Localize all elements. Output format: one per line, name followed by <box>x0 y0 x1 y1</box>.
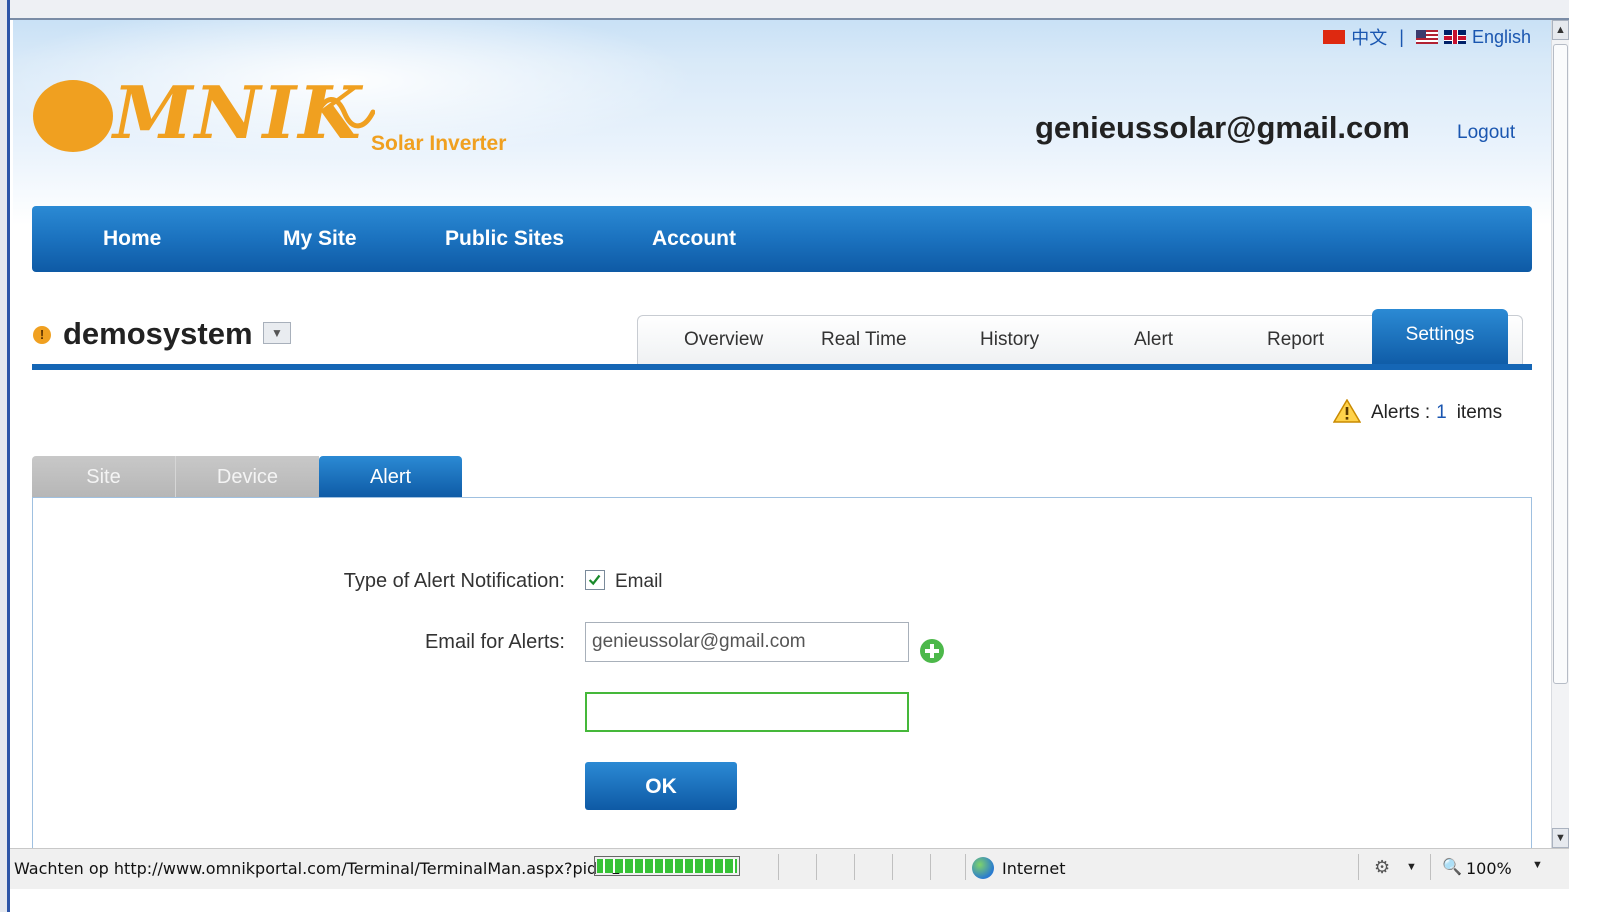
china-flag-icon[interactable] <box>1323 30 1346 44</box>
status-separator <box>854 854 855 880</box>
zoom-magnifier-icon[interactable]: 🔍 <box>1442 857 1462 877</box>
alerts-label: Alerts : <box>1371 402 1431 423</box>
checkmark-icon <box>588 574 601 586</box>
subtab-device[interactable]: Device <box>175 456 319 498</box>
vertical-scrollbar[interactable]: ▲ ▼ <box>1551 20 1570 848</box>
email-for-alerts-label: Email for Alerts: <box>424 631 565 653</box>
browser-status-bar: Wachten op http://www.omnikportal.com/Te… <box>10 848 1569 889</box>
tab-real-time[interactable]: Real Time <box>821 329 907 351</box>
subtab-alert[interactable]: Alert <box>319 456 462 498</box>
logo-wave-icon <box>313 97 375 129</box>
subtab-site[interactable]: Site <box>32 456 175 498</box>
site-dropdown-icon[interactable]: ▼ <box>263 322 291 344</box>
nav-account[interactable]: Account <box>652 227 736 251</box>
alert-email-input-2[interactable] <box>585 692 909 732</box>
tab-alert[interactable]: Alert <box>1134 329 1173 351</box>
browser-left-border <box>0 0 10 912</box>
status-separator <box>965 854 966 880</box>
lang-english-link[interactable]: English <box>1472 27 1531 48</box>
site-warning-icon: ! <box>33 326 51 344</box>
nav-public-sites[interactable]: Public Sites <box>445 227 564 251</box>
notification-type-label: Type of Alert Notification: <box>343 570 565 592</box>
status-separator <box>1358 854 1359 880</box>
tab-report[interactable]: Report <box>1267 329 1324 351</box>
status-separator <box>778 854 779 880</box>
alerts-count[interactable]: 1 <box>1436 402 1447 423</box>
user-email: genieussolar@gmail.com <box>1035 110 1410 145</box>
nav-my-site[interactable]: My Site <box>283 227 357 251</box>
alert-settings-panel <box>32 497 1532 875</box>
email-checkbox-label: Email <box>615 571 663 592</box>
main-nav: Home My Site Public Sites Account <box>32 206 1532 272</box>
uk-flag-icon[interactable] <box>1443 30 1466 44</box>
tabs-underline <box>32 364 1532 370</box>
loading-progress-bar <box>594 856 740 876</box>
email-checkbox[interactable] <box>585 570 605 590</box>
lang-chinese-link[interactable]: 中文 <box>1351 24 1387 50</box>
status-separator <box>816 854 817 880</box>
protected-mode-icon[interactable]: ⚙ <box>1374 857 1390 878</box>
alerts-summary: Alerts :1 items <box>1371 402 1502 424</box>
site-name: demosystem <box>63 316 253 351</box>
zoom-dropdown-icon[interactable]: ▼ <box>1532 859 1543 871</box>
tab-history[interactable]: History <box>980 329 1039 351</box>
window-right-gutter <box>1569 0 1621 912</box>
status-separator <box>1430 854 1431 880</box>
logout-link[interactable]: Logout <box>1457 122 1515 144</box>
ok-button[interactable]: OK <box>585 762 737 810</box>
page-viewport: 中文 | English MNIK Solar Inverter genieus… <box>13 20 1603 875</box>
logo-subtitle: Solar Inverter <box>371 132 507 155</box>
status-separator <box>930 854 931 880</box>
status-separator <box>892 854 893 880</box>
browser-top-strip <box>0 0 1621 20</box>
status-text: Wachten op http://www.omnikportal.com/Te… <box>14 859 621 878</box>
nav-home[interactable]: Home <box>103 227 161 251</box>
add-email-icon[interactable] <box>919 638 945 664</box>
security-zone-text: Internet <box>1002 859 1066 878</box>
language-switcher: 中文 | English <box>1323 26 1531 48</box>
zoom-level[interactable]: 100% <box>1466 859 1512 878</box>
tab-overview[interactable]: Overview <box>684 329 763 351</box>
tab-settings[interactable]: Settings <box>1372 309 1508 367</box>
internet-zone-globe-icon <box>972 857 994 879</box>
scroll-up-icon[interactable]: ▲ <box>1552 20 1569 40</box>
alert-email-input[interactable] <box>585 622 909 662</box>
lang-separator: | <box>1399 26 1404 47</box>
alerts-unit: items <box>1456 402 1503 423</box>
warning-triangle-icon <box>1333 399 1361 423</box>
protected-mode-dropdown-icon[interactable]: ▼ <box>1406 861 1417 873</box>
scroll-down-icon[interactable]: ▼ <box>1552 828 1569 848</box>
us-flag-icon[interactable] <box>1415 30 1438 44</box>
scrollbar-thumb[interactable] <box>1553 44 1568 684</box>
logo-o-circle-icon[interactable] <box>33 80 113 152</box>
